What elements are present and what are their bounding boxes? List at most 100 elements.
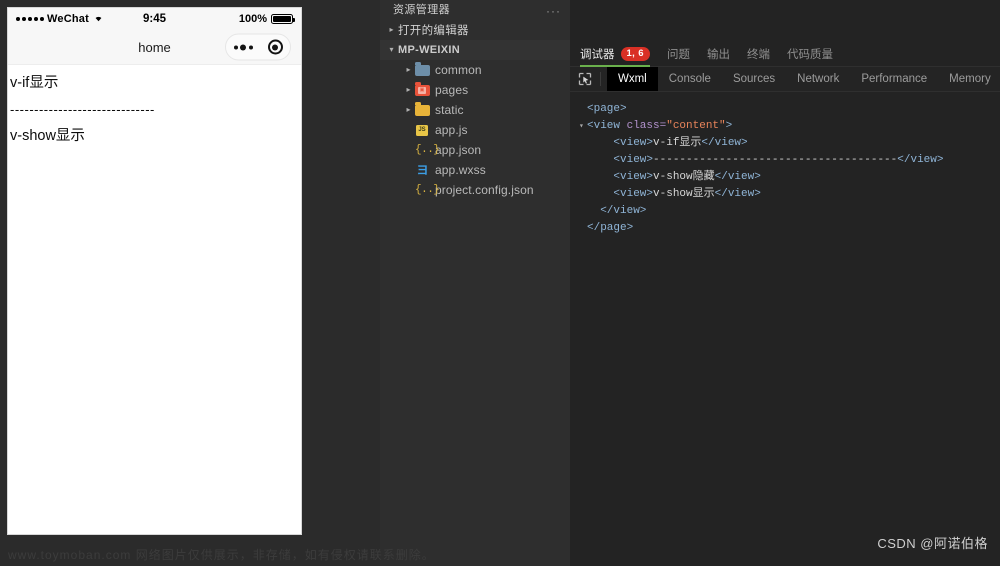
folder-red-icon: ▣ (415, 82, 430, 97)
tab-network[interactable]: Network (786, 67, 850, 91)
wxml-line[interactable]: ▾ <view class="content"> (579, 118, 1000, 135)
page-title: home (138, 39, 171, 55)
page-view-divider: ------------------------------ (10, 101, 155, 117)
wxml-line[interactable]: ▾ <view>v-show隐藏</view> (579, 169, 1000, 186)
wxml-indent (587, 137, 613, 149)
explorer-sidebar: 资源管理器 ··· ▸ 打开的编辑器 ▾ MP-WEIXIN ▸ common (380, 0, 570, 566)
wxml-line-spacer: ▾ (579, 170, 587, 186)
tree-spacer: ▸ (402, 166, 415, 174)
page-view-text-1: v-if显示 (10, 75, 59, 91)
wxml-token-attr: class= (626, 120, 667, 132)
wechat-capsule-button[interactable] (225, 33, 291, 61)
tree-section-open-editors[interactable]: ▸ 打开的编辑器 (380, 20, 570, 40)
battery-percent-label: 100% (238, 13, 267, 25)
wxml-indent (587, 171, 613, 183)
tree-spacer: ▸ (402, 186, 415, 194)
wxml-line-spacer: ▾ (579, 221, 587, 237)
panel-tab-label: 终端 (746, 48, 770, 61)
explorer-header: 资源管理器 ··· (380, 0, 570, 16)
tree-item-label: common (435, 63, 482, 77)
wxml-token-tag: </view> (714, 188, 761, 200)
wxml-token-tag: </view> (701, 137, 748, 149)
tree-item-app-json[interactable]: ▸ {..} app.json (380, 140, 570, 160)
chevron-down-icon[interactable]: ▾ (385, 46, 398, 54)
wxml-token-tag: </page> (587, 222, 634, 234)
disclosure-triangle-icon[interactable]: ▾ (579, 119, 587, 135)
panel-tab-terminal[interactable]: 终端 (747, 41, 770, 67)
status-bar-left: WeChat (16, 13, 104, 25)
wxml-line-spacer: ▾ (579, 187, 587, 203)
tree-item-project-config-json[interactable]: ▸ {..} project.config.json (380, 180, 570, 200)
tab-sources[interactable]: Sources (722, 67, 786, 91)
devtools-tab-bar: Wxml Console Sources Network Performance… (570, 67, 1000, 92)
tree-item-static[interactable]: ▸ static (380, 100, 570, 120)
wxml-line-spacer: ▾ (579, 136, 587, 152)
panel-tab-debugger[interactable]: 调试器 1, 6 (580, 41, 650, 67)
tree-item-label: pages (435, 83, 469, 97)
wxml-token-tag: <view> (613, 137, 654, 149)
tree-item-label: static (435, 103, 464, 117)
wxml-indent (587, 205, 600, 217)
panel-tab-code-quality[interactable]: 代码质量 (787, 41, 833, 67)
tab-console[interactable]: Console (658, 67, 722, 91)
panel-tab-problems[interactable]: 问题 (667, 41, 690, 67)
tree-item-common[interactable]: ▸ common (380, 60, 570, 80)
wxml-token-tag: <view (587, 120, 627, 132)
phone-page-content: v-if显示 ------------------------------ v-… (8, 65, 301, 534)
phone-simulator: WeChat 9:45 100% home v-if显示 -----------… (7, 7, 302, 535)
wxml-token-tag: > (725, 120, 733, 132)
site-watermark: www.toymoban.com 网络图片仅供展示，非存储，如有侵权请联系删除。 (8, 548, 435, 562)
explorer-more-icon[interactable]: ··· (546, 5, 561, 15)
wxml-token-val: "content" (666, 120, 726, 132)
tab-wxml[interactable]: Wxml (607, 67, 658, 91)
css-file-icon: ヨ (416, 162, 429, 177)
json-file-icon: {..} (415, 143, 440, 156)
chevron-right-icon[interactable]: ▸ (402, 66, 415, 74)
wxml-line[interactable]: ▾ <view>--------------------------------… (579, 152, 1000, 169)
wxml-line[interactable]: ▾</page> (579, 220, 1000, 237)
panel-tab-label: 调试器 (580, 48, 615, 61)
devtools-panel-tabs: 调试器 1, 6 问题 输出 终端 代码质量 (570, 41, 1000, 67)
wxml-token-txt: ------------------------------------- (653, 154, 898, 166)
wxml-line[interactable]: ▾ </view> (579, 203, 1000, 220)
wxml-line-spacer: ▾ (579, 153, 587, 169)
tree-spacer: ▸ (402, 146, 415, 154)
wxml-token-tag: <view> (613, 188, 654, 200)
folder-blue-icon (415, 62, 430, 77)
status-bar-right: 100% (238, 13, 295, 25)
tree-item-label: app.wxss (435, 163, 486, 177)
wxml-token-tag: <view> (613, 171, 654, 183)
csdn-watermark: CSDN @阿诺伯格 (877, 536, 988, 551)
wxml-indent (587, 188, 613, 200)
tree-section-mp-weixin[interactable]: ▾ MP-WEIXIN (380, 40, 570, 60)
chevron-right-icon[interactable]: ▸ (402, 106, 415, 114)
tab-performance[interactable]: Performance (850, 67, 938, 91)
target-circle-icon[interactable] (267, 39, 283, 55)
tree-item-label: project.config.json (435, 183, 534, 197)
phone-status-bar: WeChat 9:45 100% (8, 8, 301, 30)
wxml-line[interactable]: ▾ <view>v-show显示</view> (579, 186, 1000, 203)
signal-dots-icon (16, 17, 44, 21)
tab-memory[interactable]: Memory (938, 67, 1000, 91)
devtools-top-spacer (570, 0, 1000, 41)
wxml-line[interactable]: ▾<page> (579, 101, 1000, 118)
tree-item-app-js[interactable]: ▸ JS app.js (380, 120, 570, 140)
phone-nav-bar: home (8, 30, 301, 65)
wxml-indent (587, 154, 613, 166)
folder-yellow-icon (415, 102, 430, 117)
wxml-line-spacer: ▾ (579, 204, 587, 220)
tree-section-label: 打开的编辑器 (398, 25, 469, 37)
tree-item-pages[interactable]: ▸ ▣ pages (380, 80, 570, 100)
panel-tab-output[interactable]: 输出 (707, 41, 730, 67)
inspect-element-icon[interactable] (574, 70, 596, 88)
battery-icon (271, 14, 295, 24)
js-file-icon: JS (415, 124, 430, 137)
wxml-line[interactable]: ▾ <view>v-if显示</view> (579, 135, 1000, 152)
page-view-text-2: v-show显示 (10, 128, 85, 145)
more-dots-icon[interactable] (233, 44, 253, 50)
explorer-tree: ▸ 打开的编辑器 ▾ MP-WEIXIN ▸ common ▸ ▣ pages … (380, 15, 570, 200)
chevron-right-icon[interactable]: ▸ (402, 86, 415, 94)
tree-item-app-wxss[interactable]: ▸ ヨ app.wxss (380, 160, 570, 180)
wxml-token-txt: v-show隐藏 (653, 171, 715, 183)
chevron-right-icon[interactable]: ▸ (385, 26, 398, 34)
